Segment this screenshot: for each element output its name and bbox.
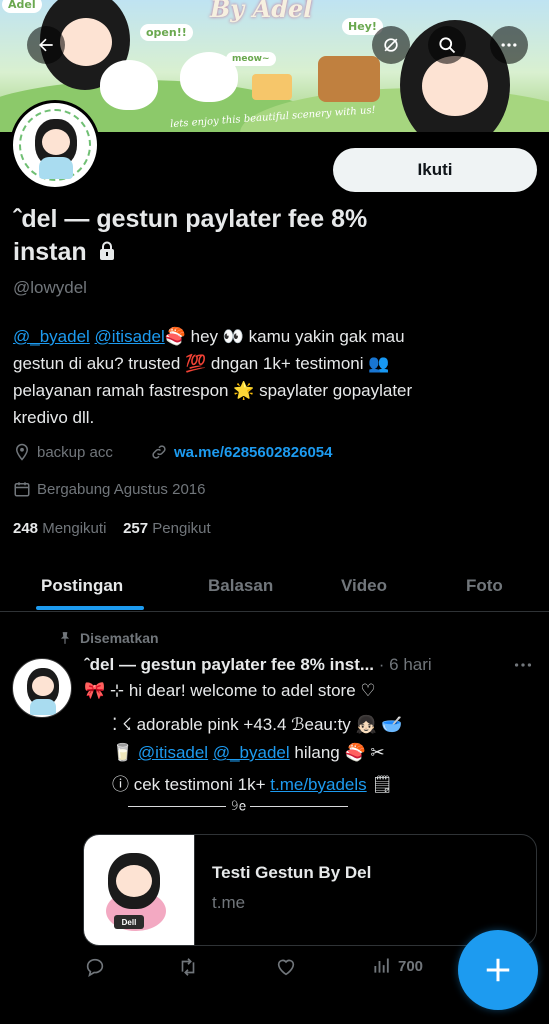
following-count: 248 bbox=[13, 520, 39, 537]
profile-bio: @_byadel @itisadel🍣 hey 👀 kamu yakin gak… bbox=[13, 323, 538, 431]
retweet-button[interactable] bbox=[176, 956, 200, 978]
banner-title: By Adel bbox=[210, 0, 313, 23]
more-icon bbox=[501, 43, 517, 47]
views-button[interactable]: 700 bbox=[372, 956, 423, 976]
heart-icon bbox=[277, 959, 295, 976]
search-button[interactable] bbox=[428, 26, 466, 64]
compose-button[interactable] bbox=[458, 930, 538, 1010]
link-card-domain: t.me bbox=[212, 893, 246, 912]
retweet-icon bbox=[181, 958, 195, 976]
post-time[interactable]: · 6 hari bbox=[379, 655, 432, 674]
banner-bubble: Adel bbox=[2, 0, 42, 13]
banner-cat bbox=[100, 60, 158, 110]
banner-cake bbox=[318, 56, 380, 102]
post-text-line: ⓘ cek testimoni 1k+ t.me/byadels 🗒 bbox=[112, 770, 393, 795]
post-mention[interactable]: @itisadel bbox=[138, 743, 208, 762]
profile-joined: Bergabung Agustus 2016 bbox=[13, 480, 205, 498]
profile-tabs: Postingan Balasan Video Foto bbox=[0, 560, 549, 612]
bio-text: 🍣 hey 👀 kamu yakin gak mau bbox=[164, 327, 405, 346]
post-divider: ——————— 𝟿𝖾 ——————— bbox=[128, 797, 348, 813]
banner-toast bbox=[252, 74, 292, 100]
link-preview-card[interactable]: Dell Testi Gestun By Del t.me bbox=[83, 834, 537, 946]
followers-label: Pengikut bbox=[152, 520, 211, 537]
following-link[interactable]: 248 Mengikuti bbox=[13, 520, 106, 537]
reply-icon bbox=[86, 958, 104, 977]
post-header: ˆdel — gestun paylater fee 8% inst... · … bbox=[84, 655, 494, 675]
link-card-thumbnail: Dell bbox=[84, 835, 195, 945]
banner-bubble: open!! bbox=[140, 24, 193, 41]
bio-mention[interactable]: @_byadel bbox=[13, 327, 90, 346]
back-arrow-icon bbox=[39, 38, 53, 52]
profile-website[interactable]: wa.me/6285602826054 bbox=[150, 443, 332, 461]
website-link[interactable]: wa.me/6285602826054 bbox=[174, 444, 332, 461]
post-author[interactable]: ˆdel — gestun paylater fee 8% inst... bbox=[84, 655, 374, 674]
post-text-line: 🥛 @itisadel @_byadel hilang 🍣 ✂ bbox=[112, 743, 385, 763]
location-text: backup acc bbox=[37, 443, 113, 461]
post-actions: 700 bbox=[84, 956, 444, 984]
avatar-shirt bbox=[30, 699, 56, 715]
pin-icon bbox=[58, 631, 72, 645]
bio-text: pelayanan ramah fastrespon 🌟 spaylater g… bbox=[13, 381, 413, 400]
views-icon bbox=[374, 958, 389, 973]
following-label: Mengikuti bbox=[42, 520, 107, 537]
calendar-icon bbox=[13, 480, 31, 498]
more-icon bbox=[514, 663, 532, 667]
profile-stats: 248 Mengikuti 257 Pengikut bbox=[13, 520, 211, 537]
display-name: ˆdel — gestun paylater fee 8% instan bbox=[13, 203, 393, 270]
lock-icon bbox=[98, 237, 116, 270]
pinned-label: Disematkan bbox=[58, 630, 159, 646]
thumb-tag: Dell bbox=[114, 915, 144, 929]
reply-button[interactable] bbox=[84, 956, 106, 978]
active-tab-indicator bbox=[36, 606, 144, 610]
location-pin-icon bbox=[13, 443, 31, 461]
followers-link[interactable]: 257 Pengikut bbox=[123, 520, 211, 537]
thumb-face bbox=[116, 865, 152, 897]
bio-text: gestun di aku? trusted 💯 dngan 1k+ testi… bbox=[13, 354, 390, 373]
post-more-button[interactable] bbox=[512, 654, 534, 682]
post-text: 🗒 bbox=[371, 775, 393, 794]
joined-text: Bergabung Agustus 2016 bbox=[37, 480, 206, 498]
post-link[interactable]: t.me/byadels bbox=[270, 775, 366, 794]
banner-bubble: meow~ bbox=[226, 52, 276, 66]
tab-replies[interactable]: Balasan bbox=[208, 560, 273, 612]
display-name-text: ˆdel — gestun paylater fee 8% instan bbox=[13, 205, 368, 266]
follow-button[interactable]: Ikuti bbox=[333, 148, 537, 192]
tab-video[interactable]: Video bbox=[341, 560, 387, 612]
bio-mention[interactable]: @itisadel bbox=[95, 327, 165, 346]
profile-avatar[interactable] bbox=[10, 100, 100, 190]
tab-photos[interactable]: Foto bbox=[466, 560, 503, 612]
views-count: 700 bbox=[398, 957, 424, 975]
post-text-line: 🎀 ⊹ hi dear! welcome to adel store ♡ bbox=[84, 681, 376, 700]
plus-icon bbox=[486, 958, 510, 982]
profile-handle: @lowydel bbox=[13, 278, 87, 297]
post-mention[interactable]: @_byadel bbox=[213, 743, 290, 762]
link-icon bbox=[150, 443, 168, 461]
hide-button[interactable] bbox=[372, 26, 410, 64]
link-card-title: Testi Gestun By Del bbox=[212, 863, 372, 882]
post-text: 🥛 bbox=[112, 743, 134, 762]
post-text-line: ⁚ ☇ adorable pink +43.4 ℬeau:ty 👧🏻 🥣 bbox=[112, 715, 403, 734]
tab-posts[interactable]: Postingan bbox=[41, 560, 123, 612]
more-button[interactable] bbox=[490, 26, 528, 64]
back-button[interactable] bbox=[27, 26, 65, 64]
post-text: hilang 🍣 ✂ bbox=[294, 743, 385, 762]
post-text: ⓘ cek testimoni 1k+ bbox=[112, 775, 266, 794]
eye-off-icon bbox=[384, 38, 398, 52]
like-button[interactable] bbox=[275, 956, 297, 978]
avatar-face bbox=[32, 676, 54, 696]
profile-location: backup acc bbox=[13, 443, 113, 461]
search-icon bbox=[439, 37, 456, 54]
pinned-text: Disematkan bbox=[80, 630, 159, 646]
avatar-face bbox=[42, 129, 70, 155]
avatar-shirt bbox=[39, 157, 73, 179]
followers-count: 257 bbox=[123, 520, 149, 537]
post-avatar[interactable] bbox=[12, 658, 72, 718]
bio-text: kredivo dll. bbox=[13, 408, 95, 427]
